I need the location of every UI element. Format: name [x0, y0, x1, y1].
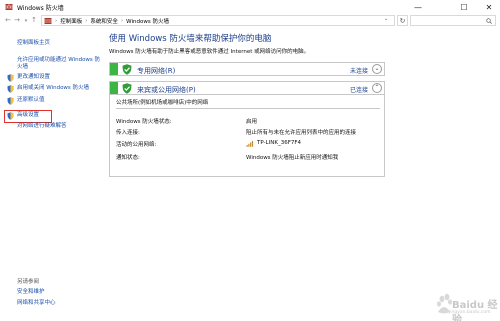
watermark-url: jingyan.baidu.com: [449, 310, 491, 315]
public-network-details: 公共场所(例如机场或咖啡店)中的网络 Windows 防火墙状态: 启用 传入连…: [109, 95, 385, 177]
see-also-security-maintenance[interactable]: 安全和维护: [17, 289, 45, 296]
detail-label: Windows 防火墙状态:: [116, 119, 172, 125]
minimize-button[interactable]: —: [407, 0, 429, 14]
network-description: 公共场所(例如机场或咖啡店)中的网络: [116, 100, 209, 106]
detail-label: 通知状态:: [116, 155, 140, 161]
sidebar-item-notification-settings[interactable]: 更改通知设置: [17, 74, 50, 81]
breadcrumb[interactable]: › 控制面板 › 系统和安全 › Windows 防火墙: [41, 15, 395, 26]
green-shield-check-icon: [122, 83, 132, 94]
network-name: 来宾或公用网络(P): [137, 86, 196, 94]
chevron-down-icon[interactable]: ⌄: [372, 64, 382, 74]
status-bar: [110, 82, 118, 94]
detail-label: 传入连接:: [116, 130, 140, 136]
shield-icon: [7, 112, 14, 120]
wifi-icon: [246, 141, 254, 147]
chevron-up-icon[interactable]: ⌃: [372, 83, 382, 93]
breadcrumb-separator: ›: [120, 17, 124, 24]
page-title: 使用 Windows 防火墙来帮助保护你的电脑: [109, 34, 272, 44]
breadcrumb-control-panel[interactable]: 控制面板: [60, 17, 82, 25]
network-name: 专用网络(R): [137, 67, 176, 75]
breadcrumb-separator: ›: [55, 17, 58, 24]
sidebar-item-troubleshoot[interactable]: 对网络进行疑难解答: [17, 123, 67, 130]
address-bar: ← → ▾ ↑ › 控制面板 › 系统和安全 › Windows 防火墙 ⌄ ↻: [0, 14, 500, 27]
sidebar-item-control-panel-home[interactable]: 控制面板主页: [17, 40, 50, 47]
address-dropdown-icon[interactable]: ⌄: [384, 16, 388, 22]
page-description: Windows 防火墙有助于防止黑客或恶意软件通过 Internet 或网络访问…: [109, 49, 310, 55]
detail-value: 启用: [246, 119, 258, 125]
search-icon: [486, 18, 492, 24]
sidebar-item-allow-app[interactable]: 允许应用或功能通过 Windows 防火墙: [17, 57, 103, 71]
sidebar-item-toggle-firewall[interactable]: 启用或关闭 Windows 防火墙: [17, 85, 89, 92]
shield-icon: [7, 74, 14, 82]
sidebar-item-restore-defaults[interactable]: 还原默认值: [17, 97, 45, 104]
back-arrow-icon[interactable]: ←: [4, 16, 12, 24]
status-bar: [110, 63, 118, 75]
shield-icon: [7, 97, 14, 105]
window-title: Windows 防火墙: [17, 5, 64, 12]
public-network-header[interactable]: 来宾或公用网络(P) 已连接 ⌃: [109, 81, 385, 95]
sidebar-item-advanced-settings[interactable]: 高级设置: [17, 112, 39, 119]
shield-icon: [7, 85, 14, 93]
maximize-button[interactable]: ☐: [453, 0, 475, 14]
search-input[interactable]: [410, 15, 496, 26]
breadcrumb-separator: ›: [85, 17, 88, 24]
firewall-location-icon: [44, 17, 52, 24]
detail-value: Windows 防火墙阻止新应用时通知我: [246, 155, 339, 161]
detail-value: TP-LINK_36F7F4: [257, 140, 302, 146]
network-status: 已连接: [349, 87, 368, 94]
private-network-header[interactable]: 专用网络(R) 未连接 ⌄: [109, 62, 385, 76]
watermark-text: Baidu 经验: [452, 300, 498, 321]
firewall-app-icon: [5, 4, 13, 10]
main-content: 使用 Windows 防火墙来帮助保护你的电脑 Windows 防火墙有助于防止…: [107, 27, 500, 321]
see-also-heading: 另请参阅: [17, 279, 40, 285]
divider: [116, 108, 380, 109]
sidebar: 控制面板主页 允许应用或功能通过 Windows 防火墙 更改通知设置 启用或关…: [0, 27, 107, 321]
breadcrumb-system-security[interactable]: 系统和安全: [90, 17, 118, 25]
detail-label: 活动的公用网络:: [116, 142, 157, 148]
close-button[interactable]: ✕: [478, 0, 500, 14]
refresh-icon[interactable]: ↻: [397, 15, 408, 26]
breadcrumb-firewall[interactable]: Windows 防火墙: [126, 17, 169, 25]
forward-arrow-icon[interactable]: →: [13, 16, 21, 24]
see-also-network-center[interactable]: 网络和共享中心: [17, 300, 56, 307]
recent-locations-icon[interactable]: ▾: [22, 18, 30, 24]
up-arrow-icon[interactable]: ↑: [30, 16, 38, 24]
green-shield-check-icon: [122, 64, 132, 75]
detail-value: 阻止所有与未在允许应用列表中的应用的连接: [246, 130, 357, 136]
title-bar: Windows 防火墙 — ☐ ✕: [0, 0, 500, 14]
network-status: 未连接: [349, 68, 368, 75]
